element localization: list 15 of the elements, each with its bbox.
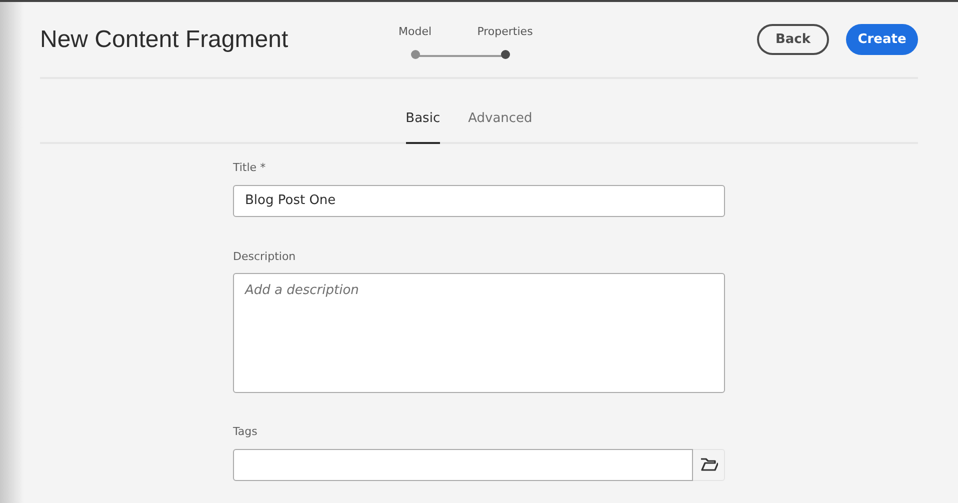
tab[interactable]: Advanced <box>468 108 532 144</box>
field-label: Description <box>233 248 296 264</box>
title-input[interactable]: Blog Post One <box>233 184 725 216</box>
tags-input[interactable] <box>233 448 693 480</box>
step-label: Model <box>398 24 432 40</box>
back-button[interactable]: Back <box>757 24 829 55</box>
description-textarea[interactable]: Add a description <box>233 273 725 393</box>
browse-button[interactable] <box>693 448 725 480</box>
field-label: Title * <box>233 160 266 176</box>
create-button[interactable]: Create <box>846 24 918 55</box>
field-label: Tags <box>233 424 258 440</box>
tab[interactable]: Basic <box>406 108 440 144</box>
page-title: New Content Fragment <box>40 25 290 55</box>
folder-icon <box>700 458 718 472</box>
step-label: Properties <box>477 24 533 40</box>
